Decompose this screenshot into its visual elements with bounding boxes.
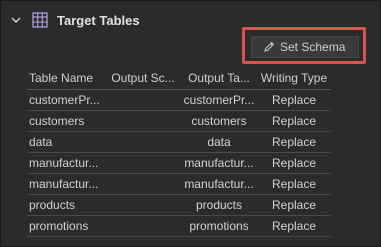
section-header[interactable]: Target Tables — [9, 9, 140, 31]
column-header-table-name[interactable]: Table Name — [27, 67, 105, 90]
cell-output-schema[interactable] — [105, 194, 181, 216]
section-title: Target Tables — [57, 12, 140, 28]
cell-output-table[interactable]: customers — [181, 110, 257, 132]
cell-output-table[interactable]: data — [181, 131, 257, 153]
cell-table-name: customers — [27, 110, 105, 132]
chevron-down-icon[interactable] — [9, 13, 23, 27]
cell-output-table[interactable]: customerPr... — [181, 89, 257, 111]
set-schema-label: Set Schema — [280, 40, 346, 54]
cell-writing-type[interactable]: Replace — [257, 89, 331, 111]
cell-output-schema[interactable] — [105, 89, 181, 111]
target-tables-table: Table Name Output Sc... Output Ta... Wri… — [27, 67, 331, 237]
cell-output-schema[interactable] — [105, 173, 181, 195]
cell-writing-type[interactable]: Replace — [257, 131, 331, 153]
table-grid-icon — [32, 12, 48, 28]
cell-writing-type[interactable]: Replace — [257, 194, 331, 216]
table-header-row: Table Name Output Sc... Output Ta... Wri… — [27, 67, 331, 90]
cell-output-table[interactable]: promotions — [181, 215, 257, 237]
cell-table-name: products — [27, 194, 105, 216]
table-row[interactable]: data data Replace — [27, 131, 331, 153]
cell-output-table[interactable]: products — [181, 194, 257, 216]
cell-output-table[interactable]: manufactur... — [181, 173, 257, 195]
cell-table-name: promotions — [27, 215, 105, 237]
cell-output-schema[interactable] — [105, 110, 181, 132]
column-header-output-schema[interactable]: Output Sc... — [105, 67, 181, 90]
cell-table-name: customerPr... — [27, 89, 105, 111]
cell-output-schema[interactable] — [105, 131, 181, 153]
table-row[interactable]: manufactur... manufactur... Replace — [27, 173, 331, 195]
cell-writing-type[interactable]: Replace — [257, 110, 331, 132]
column-header-output-table[interactable]: Output Ta... — [181, 67, 257, 90]
column-header-writing-type[interactable]: Writing Type — [257, 67, 331, 90]
set-schema-button[interactable]: Set Schema — [251, 36, 359, 58]
cell-writing-type[interactable]: Replace — [257, 215, 331, 237]
cell-writing-type[interactable]: Replace — [257, 173, 331, 195]
table-row[interactable]: customerPr... customerPr... Replace — [27, 89, 331, 111]
cell-output-table[interactable]: manufactur... — [181, 152, 257, 174]
table-row[interactable]: promotions promotions Replace — [27, 215, 331, 237]
pencil-icon — [262, 40, 276, 54]
cell-table-name: manufactur... — [27, 152, 105, 174]
cell-writing-type[interactable]: Replace — [257, 152, 331, 174]
table-row[interactable]: products products Replace — [27, 194, 331, 216]
table-row[interactable]: manufactur... manufactur... Replace — [27, 152, 331, 174]
table-row[interactable]: customers customers Replace — [27, 110, 331, 132]
target-tables-panel: Target Tables Set Schema Table Name Outp… — [0, 0, 381, 247]
cell-output-schema[interactable] — [105, 215, 181, 237]
cell-output-schema[interactable] — [105, 152, 181, 174]
cell-table-name: manufactur... — [27, 173, 105, 195]
cell-table-name: data — [27, 131, 105, 153]
